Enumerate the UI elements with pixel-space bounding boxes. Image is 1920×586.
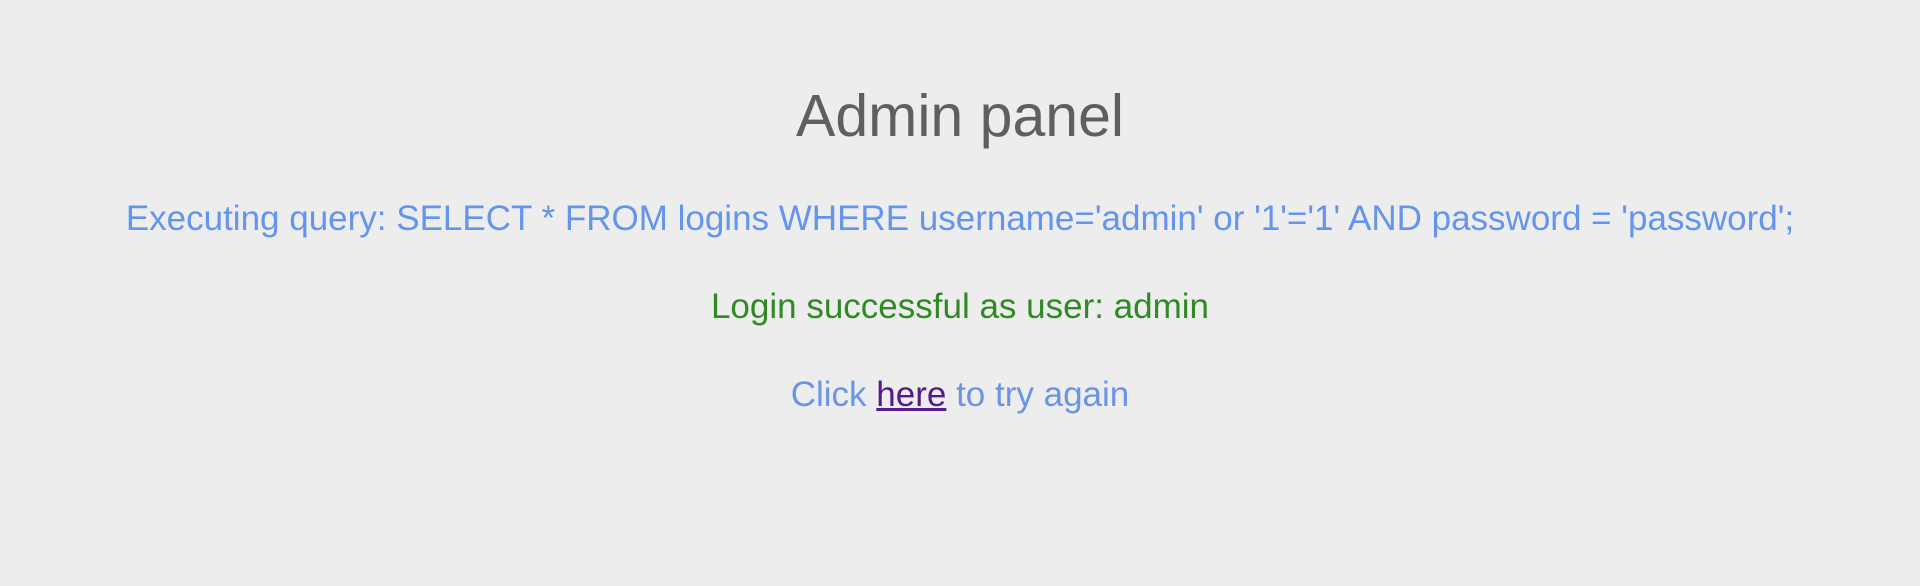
admin-panel-page: Admin panel Executing query: SELECT * FR…	[0, 0, 1920, 586]
page-title: Admin panel	[796, 83, 1124, 149]
executing-query-message: Executing query: SELECT * FROM logins WH…	[125, 199, 1795, 238]
retry-prefix: Click	[790, 375, 877, 414]
login-success-message: Login successful as user: admin	[710, 287, 1210, 326]
retry-suffix: to try again	[946, 375, 1130, 414]
retry-link[interactable]: here	[876, 375, 946, 414]
retry-message: Click here to try again	[0, 375, 1920, 415]
